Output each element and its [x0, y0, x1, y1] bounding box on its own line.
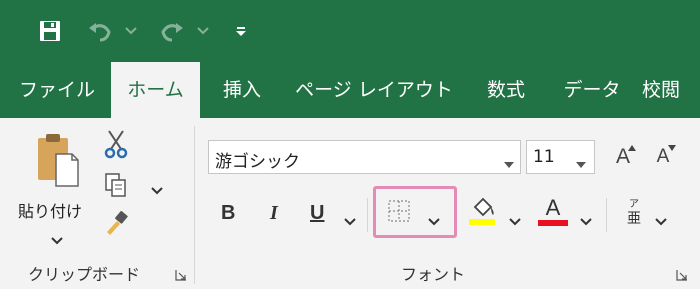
italic-button[interactable]: I — [270, 202, 278, 225]
fill-color-icon[interactable] — [466, 194, 498, 228]
font-color-glyph: A — [545, 195, 561, 220]
tab-data[interactable]: データ — [553, 62, 631, 118]
tab-insert[interactable]: 挿入 — [210, 62, 274, 118]
format-painter-icon[interactable] — [102, 208, 130, 238]
shrink-font-button[interactable]: A — [648, 142, 678, 172]
borders-dropdown-chevron-icon[interactable] — [428, 211, 440, 230]
fill-color-dropdown-chevron-icon[interactable] — [509, 211, 521, 230]
undo-icon[interactable] — [86, 14, 114, 48]
font-color-dropdown-chevron-icon[interactable] — [580, 211, 592, 230]
phonetic-dropdown-chevron-icon[interactable] — [655, 211, 667, 230]
underline-button[interactable]: U — [310, 202, 324, 225]
redo-icon[interactable] — [158, 14, 186, 48]
tab-page-layout[interactable]: ページ レイアウト — [291, 62, 457, 118]
shrink-font-caret-icon — [668, 145, 676, 151]
tab-home[interactable]: ホーム — [111, 62, 200, 119]
tab-review[interactable]: 校閲 — [642, 62, 700, 118]
underline-dropdown-chevron-icon[interactable] — [344, 211, 356, 230]
ribbon-home: 貼り付け クリップボード 游ゴシック 11 A A B I U A ア 亜 フォ… — [0, 118, 700, 289]
quick-access-toolbar — [0, 0, 700, 62]
font-size-combobox[interactable]: 11 — [526, 140, 595, 174]
save-icon[interactable] — [30, 14, 70, 48]
redo-dropdown-chevron-icon[interactable] — [195, 14, 211, 48]
tab-file[interactable]: ファイル — [12, 62, 102, 118]
font-row-separator-2 — [606, 198, 607, 232]
font-name-combobox[interactable]: 游ゴシック — [208, 140, 521, 174]
font-row-separator — [367, 198, 368, 232]
phonetic-bottom-glyph: 亜 — [627, 211, 641, 227]
copy-dropdown-chevron-icon[interactable] — [151, 180, 163, 199]
copy-icon[interactable] — [102, 170, 130, 200]
paste-label[interactable]: 貼り付け — [18, 198, 82, 222]
font-color-button[interactable]: A — [536, 194, 570, 228]
undo-dropdown-chevron-icon[interactable] — [123, 14, 139, 48]
clipboard-dialog-launcher-icon[interactable] — [175, 266, 187, 281]
font-name-value: 游ゴシック — [215, 152, 300, 172]
phonetic-guide-button[interactable]: ア 亜 — [622, 196, 646, 230]
phonetic-top-glyph: ア — [629, 199, 639, 210]
bold-button[interactable]: B — [221, 202, 235, 225]
font-name-dropdown-icon[interactable] — [504, 153, 514, 172]
clipboard-group-label: クリップボード — [28, 265, 141, 284]
group-separator — [194, 126, 195, 284]
borders-icon[interactable] — [386, 198, 412, 224]
ribbon-tabs: ファイル ホーム 挿入 ページ レイアウト 数式 データ 校閲 — [0, 62, 700, 119]
font-group-label: フォント — [401, 265, 466, 284]
font-size-value: 11 — [533, 147, 555, 167]
font-dialog-launcher-icon[interactable] — [676, 266, 688, 281]
grow-font-caret-icon — [628, 145, 636, 151]
cut-icon[interactable] — [102, 128, 130, 160]
paste-icon[interactable] — [28, 130, 86, 192]
font-color-swatch — [538, 220, 568, 226]
tab-formulas[interactable]: 数式 — [474, 62, 538, 118]
grow-font-button[interactable]: A — [608, 142, 638, 172]
customize-qat-icon[interactable] — [232, 14, 250, 48]
font-size-dropdown-icon[interactable] — [576, 153, 586, 172]
paste-dropdown-chevron-icon[interactable] — [51, 230, 63, 249]
